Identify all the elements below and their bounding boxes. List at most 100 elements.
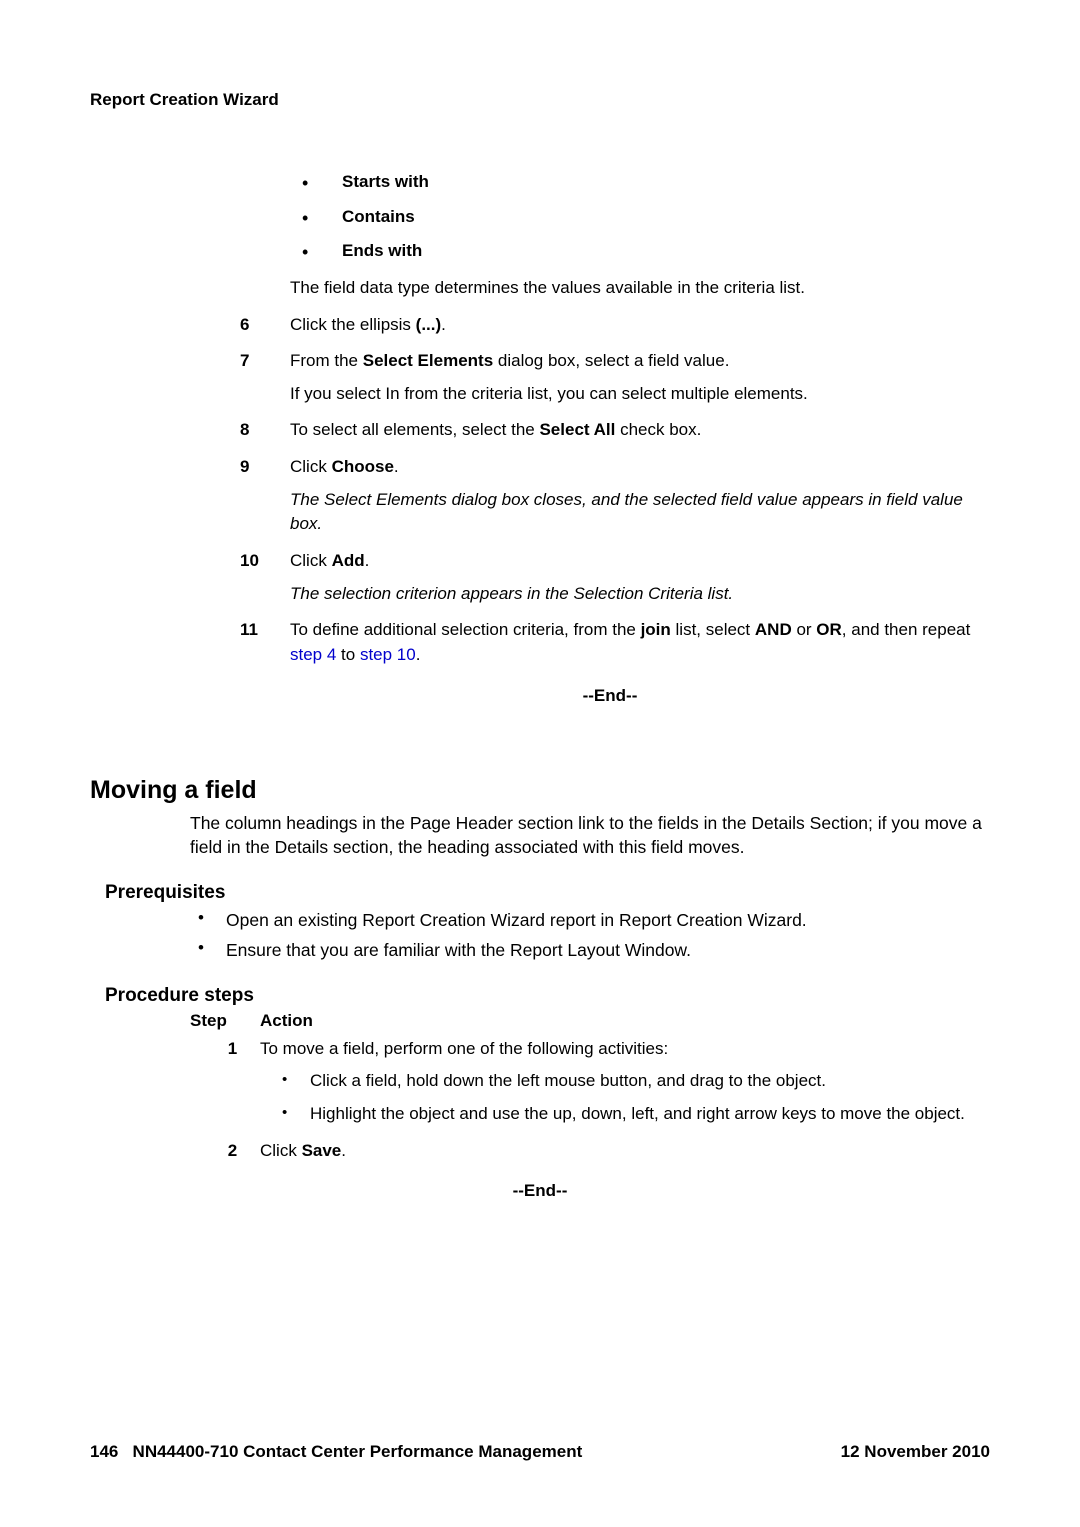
list-item: Ends with: [290, 239, 980, 266]
text-run: join: [641, 620, 671, 639]
step-text: To define additional selection criteria,…: [290, 618, 980, 667]
bullet-text: Starts with: [342, 170, 980, 197]
step-body: Click Add. The selection criterion appear…: [290, 549, 980, 614]
step-text: Click Add.: [290, 549, 980, 574]
step-text: To select all elements, select the Selec…: [290, 418, 980, 443]
step-text: To move a field, perform one of the foll…: [260, 1037, 980, 1062]
doc-title: NN44400-710 Contact Center Performance M…: [133, 1442, 583, 1461]
sub-bullet-text: Highlight the object and use the up, dow…: [310, 1102, 980, 1127]
procedure-step: 8To select all elements, select the Sele…: [240, 418, 980, 451]
bullet-icon: [282, 1102, 310, 1127]
step-body: From the Select Elements dialog box, sel…: [290, 349, 980, 414]
continuation-note: The field data type determines the value…: [240, 276, 980, 309]
step-number: 8: [240, 418, 290, 451]
prereq-text: Open an existing Report Creation Wizard …: [226, 908, 807, 933]
cross-reference-link[interactable]: step 4: [290, 645, 336, 664]
page-footer: 146 NN44400-710 Contact Center Performan…: [90, 1442, 990, 1462]
end-marker: --End--: [240, 686, 980, 706]
list-item: Highlight the object and use the up, dow…: [282, 1102, 980, 1127]
text-run: From the: [290, 351, 363, 370]
section-intro-paragraph: The column headings in the Page Header s…: [190, 811, 990, 860]
text-run: (...): [416, 315, 442, 334]
text-run: Add: [332, 551, 365, 570]
procedure-steps-block: 1To move a field, perform one of the fol…: [205, 1037, 980, 1172]
footer-left: 146 NN44400-710 Contact Center Performan…: [90, 1442, 582, 1462]
step-body: Click Save.: [260, 1139, 980, 1172]
step-result: The selection criterion appears in the S…: [290, 582, 980, 607]
step-result: The Select Elements dialog box closes, a…: [290, 488, 980, 537]
procedure-steps-heading: Procedure steps: [105, 985, 990, 1007]
step-note: If you select In from the criteria list,…: [290, 382, 980, 407]
bullet-icon: [198, 938, 226, 963]
footer-date: 12 November 2010: [841, 1442, 990, 1462]
end-marker: --End--: [90, 1181, 990, 1201]
step-text: Click Save.: [260, 1139, 980, 1164]
text-run: Click the ellipsis: [290, 315, 416, 334]
text-run: Choose: [332, 457, 394, 476]
action-column-header: Action: [260, 1011, 313, 1031]
page-number: 146: [90, 1442, 118, 1461]
text-run: to: [336, 645, 360, 664]
upper-steps-block: Starts with Contains Ends with The field…: [240, 170, 980, 706]
step-number: 7: [240, 349, 290, 414]
text-run: .: [341, 1141, 346, 1160]
text-run: .: [394, 457, 399, 476]
step-body: To define additional selection criteria,…: [290, 618, 980, 675]
text-run: AND: [755, 620, 792, 639]
cross-reference-link[interactable]: step 10: [360, 645, 416, 664]
text-run: Select Elements: [363, 351, 493, 370]
prerequisites-heading: Prerequisites: [105, 882, 990, 904]
text-run: , and then repeat: [842, 620, 971, 639]
step-body: To select all elements, select the Selec…: [290, 418, 980, 451]
procedure-step: 7From the Select Elements dialog box, se…: [240, 349, 980, 414]
document-page: Report Creation Wizard Starts with Conta…: [0, 0, 1080, 1527]
step-number: 10: [240, 549, 290, 614]
text-run: Click: [290, 457, 332, 476]
text-run: Click: [260, 1141, 302, 1160]
text-run: Click: [290, 551, 332, 570]
step-body: Click Choose. The Select Elements dialog …: [290, 455, 980, 545]
step-number: 6: [240, 313, 290, 346]
text-run: or: [792, 620, 817, 639]
list-item: Open an existing Report Creation Wizard …: [198, 908, 990, 933]
list-item: Ensure that you are familiar with the Re…: [198, 938, 990, 963]
text-run: To select all elements, select the: [290, 420, 539, 439]
prereq-text: Ensure that you are familiar with the Re…: [226, 938, 691, 963]
text-run: check box.: [615, 420, 701, 439]
step-number: 2: [205, 1139, 260, 1172]
list-item: Click a field, hold down the left mouse …: [282, 1069, 980, 1094]
procedure-header-row: Step Action: [190, 1011, 990, 1031]
procedure-step: 1To move a field, perform one of the fol…: [205, 1037, 980, 1135]
step-text: Click the ellipsis (...).: [290, 313, 980, 338]
section-heading: Moving a field: [90, 776, 990, 805]
sub-bullet-list: Click a field, hold down the left mouse …: [282, 1069, 980, 1126]
bullet-icon: [290, 170, 342, 197]
top-bullet-list: Starts with Contains Ends with: [290, 170, 980, 266]
list-item: Contains: [290, 205, 980, 232]
prerequisites-list: Open an existing Report Creation Wizard …: [198, 908, 990, 963]
procedure-step: 2Click Save.: [205, 1139, 980, 1172]
bullet-text: Ends with: [342, 239, 980, 266]
text-run: .: [416, 645, 421, 664]
procedure-step: 11To define additional selection criteri…: [240, 618, 980, 675]
step-number: 9: [240, 455, 290, 545]
procedure-step: 9Click Choose. The Select Elements dialog…: [240, 455, 980, 545]
bullet-icon: [282, 1069, 310, 1094]
procedure-step: 6Click the ellipsis (...).: [240, 313, 980, 346]
list-item: Starts with: [290, 170, 980, 197]
procedure-step: 10Click Add. The selection criterion appe…: [240, 549, 980, 614]
note-text: The field data type determines the value…: [290, 276, 980, 301]
text-run: .: [365, 551, 370, 570]
sub-bullet-text: Click a field, hold down the left mouse …: [310, 1069, 980, 1094]
step-text: Click Choose.: [290, 455, 980, 480]
text-run: OR: [816, 620, 842, 639]
text-run: dialog box, select a field value.: [493, 351, 729, 370]
step-number: 1: [205, 1037, 260, 1135]
text-run: To define additional selection criteria,…: [290, 620, 641, 639]
bullet-icon: [290, 205, 342, 232]
step-text: From the Select Elements dialog box, sel…: [290, 349, 980, 374]
step-column-header: Step: [190, 1011, 260, 1031]
step-body: To move a field, perform one of the foll…: [260, 1037, 980, 1135]
step-body: Click the ellipsis (...).: [290, 313, 980, 346]
text-run: list, select: [671, 620, 755, 639]
